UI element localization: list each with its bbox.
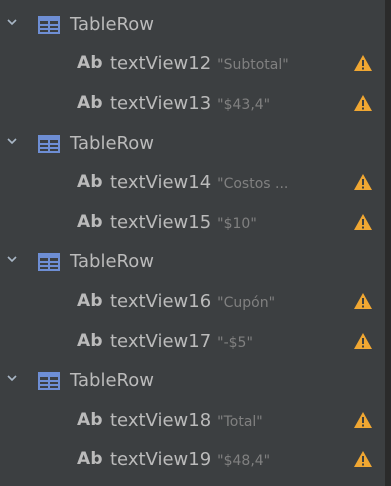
view-text-value: "Costos ... [217,176,289,193]
view-text-value: "Total" [217,413,263,430]
tree-node-label: TableRow [70,251,154,273]
table-row-icon [38,134,60,153]
tree-node-tablerow[interactable]: TableRow [0,361,384,401]
tree-node-textview[interactable]: Ab textView17 "-$5" [0,322,384,362]
table-row-icon [38,253,60,272]
tree-node-text: textView12 "Subtotal" [110,53,289,74]
text-view-icon: Ab [77,449,103,470]
view-text-value: "$10" [217,215,257,232]
view-text-value: "$43,4" [217,97,271,114]
view-text-value: "-$5" [217,334,253,351]
chevron-down-icon[interactable] [7,254,17,264]
tree-node-textview[interactable]: Ab textView18 "Total" [0,401,384,441]
component-tree-panel: TableRow Ab textView12 "Subtotal" Ab tex… [0,0,391,486]
view-id: textView19 [110,449,212,471]
tree-node-label: TableRow [70,13,154,35]
warning-icon[interactable] [353,411,373,429]
tree-node-text: textView14 "Costos ... [110,172,288,193]
tree-node-label: TableRow [70,370,154,392]
tree-node-textview[interactable]: Ab textView13 "$43,4" [0,84,384,124]
view-text-value: "Subtotal" [217,57,289,74]
warning-icon[interactable] [353,213,373,231]
view-id: textView13 [110,93,212,115]
view-id: textView12 [110,53,212,75]
warning-icon[interactable] [353,94,373,112]
tree-node-textview[interactable]: Ab textView15 "$10" [0,203,384,243]
view-id: textView15 [110,211,212,233]
view-id: textView14 [110,172,212,194]
component-tree: TableRow Ab textView12 "Subtotal" Ab tex… [0,5,384,480]
table-row-icon [38,15,60,34]
text-view-icon: Ab [77,409,103,430]
tree-node-text: textView19 "$48,4" [110,449,270,470]
table-row-icon [38,372,60,391]
tree-node-textview[interactable]: Ab textView14 "Costos ... [0,163,384,203]
tree-node-text: textView13 "$43,4" [110,93,270,114]
vertical-scrollbar[interactable] [385,0,391,486]
view-id: textView16 [110,291,212,313]
tree-node-label: TableRow [70,132,154,154]
text-view-icon: Ab [77,53,103,74]
tree-node-tablerow[interactable]: TableRow [0,124,384,164]
warning-icon[interactable] [353,292,373,310]
warning-icon[interactable] [353,173,373,191]
text-view-icon: Ab [77,330,103,351]
tree-node-text: textView16 "Cupón" [110,291,275,312]
tree-node-tablerow[interactable]: TableRow [0,5,384,45]
tree-node-textview[interactable]: Ab textView12 "Subtotal" [0,45,384,85]
tree-node-text: textView17 "-$5" [110,331,253,352]
warning-icon[interactable] [353,450,373,468]
tree-node-text: textView18 "Total" [110,410,263,431]
warning-icon[interactable] [353,54,373,72]
tree-node-textview[interactable]: Ab textView16 "Cupón" [0,282,384,322]
tree-node-tablerow[interactable]: TableRow [0,243,384,283]
chevron-down-icon[interactable] [7,373,17,383]
chevron-down-icon[interactable] [7,136,17,146]
view-text-value: "$48,4" [217,453,271,470]
text-view-icon: Ab [77,172,103,193]
view-id: textView18 [110,409,212,431]
chevron-down-icon[interactable] [7,17,17,27]
tree-node-text: textView15 "$10" [110,212,257,233]
text-view-icon: Ab [77,290,103,311]
text-view-icon: Ab [77,211,103,232]
tree-node-textview[interactable]: Ab textView19 "$48,4" [0,441,384,481]
text-view-icon: Ab [77,92,103,113]
view-text-value: "Cupón" [217,295,276,312]
view-id: textView17 [110,330,212,352]
warning-icon[interactable] [353,332,373,350]
